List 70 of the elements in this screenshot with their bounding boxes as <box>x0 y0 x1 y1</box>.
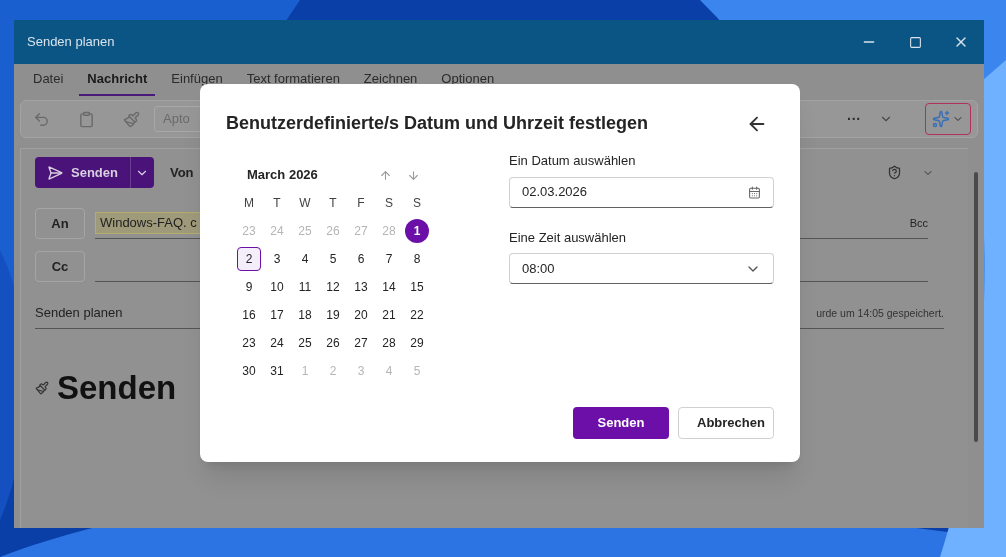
calendar-day[interactable]: 8 <box>405 247 429 271</box>
calendar-day[interactable]: 20 <box>349 303 373 327</box>
send-button[interactable]: Senden <box>573 407 669 439</box>
ribbon-tab[interactable]: Datei <box>25 65 72 96</box>
calendar-day[interactable]: 6 <box>349 247 373 271</box>
calendar-day[interactable]: 12 <box>321 275 345 299</box>
date-label: Ein Datum auswählen <box>509 152 637 170</box>
calendar-day[interactable]: 1 <box>405 219 429 243</box>
calendar-day[interactable]: 28 <box>377 331 401 355</box>
weekday-label: T <box>273 195 281 212</box>
window-title: Senden planen <box>27 33 116 52</box>
bcc-link[interactable]: Bcc <box>909 214 928 232</box>
calendar-day[interactable]: 11 <box>293 275 317 299</box>
from-label: Von <box>169 163 194 182</box>
calendar-day[interactable]: 3 <box>265 247 289 271</box>
calendar-day[interactable]: 27 <box>349 331 373 355</box>
calendar-day[interactable]: 30 <box>237 359 261 383</box>
weekday-label: S <box>413 195 421 212</box>
calendar-day[interactable]: 5 <box>321 247 345 271</box>
calendar-day[interactable]: 21 <box>377 303 401 327</box>
calendar-day[interactable]: 7 <box>377 247 401 271</box>
calendar-day[interactable]: 4 <box>293 247 317 271</box>
calendar-day[interactable]: 24 <box>265 331 289 355</box>
body-heading: Senden <box>57 368 177 408</box>
calendar-day[interactable]: 10 <box>265 275 289 299</box>
calendar-month: March 2026 <box>246 166 319 185</box>
time-dropdown[interactable]: 08:00 <box>509 253 774 284</box>
shield-icon[interactable] <box>887 165 902 180</box>
calendar-day[interactable]: 17 <box>265 303 289 327</box>
next-month-icon[interactable] <box>407 168 420 182</box>
ribbon-tab[interactable]: Nachricht <box>79 65 156 96</box>
brush-icon[interactable] <box>123 110 140 128</box>
time-value: 08:00 <box>522 259 556 278</box>
weekday-label: S <box>385 195 393 212</box>
copilot-button[interactable] <box>925 103 971 135</box>
recipient-chip[interactable]: Windows-FAQ. c <box>95 212 202 234</box>
date-field[interactable]: 02.03.2026 <box>509 176 774 208</box>
cc-button[interactable]: Cc <box>35 251 85 282</box>
calendar-day[interactable]: 9 <box>237 275 261 299</box>
sparkle-icon <box>932 110 950 128</box>
calendar-day[interactable]: 14 <box>377 275 401 299</box>
calendar-day[interactable]: 25 <box>293 331 317 355</box>
calendar-day[interactable]: 19 <box>321 303 345 327</box>
previous-month-icon[interactable] <box>379 168 392 182</box>
saved-note: urde um 14:05 gespeichert. <box>816 306 944 322</box>
calendar-icon <box>748 185 761 199</box>
calendar-day[interactable]: 18 <box>293 303 317 327</box>
cancel-button[interactable]: Abbrechen <box>678 407 774 439</box>
calendar-day[interactable]: 23 <box>237 331 261 355</box>
weekday-label: T <box>329 195 337 212</box>
calendar-day[interactable]: 26 <box>321 331 345 355</box>
date-value: 02.03.2026 <box>522 183 589 202</box>
undo-icon[interactable] <box>33 110 50 128</box>
calendar-day[interactable]: 29 <box>405 331 429 355</box>
subject-text: Senden planen <box>35 303 123 322</box>
calendar-day[interactable]: 15 <box>405 275 429 299</box>
send-icon <box>47 164 63 181</box>
calendar-day[interactable]: 16 <box>237 303 261 327</box>
calendar-day[interactable]: 31 <box>265 359 289 383</box>
clipboard-icon[interactable] <box>78 110 95 128</box>
weekday-label: F <box>357 195 365 212</box>
calendar-day[interactable]: 22 <box>405 303 429 327</box>
calendar-day[interactable]: 2 <box>237 247 261 271</box>
to-button[interactable]: An <box>35 208 85 239</box>
time-label: Eine Zeit auswählen <box>509 228 628 247</box>
calendar-day[interactable]: 13 <box>349 275 373 299</box>
more-button[interactable]: ··· <box>847 108 861 130</box>
dialog-title: Benutzerdefinierte/s Datum und Uhrzeit festlegen <box>226 112 649 135</box>
weekday-label: W <box>299 195 311 212</box>
weekday-label: M <box>244 195 254 212</box>
